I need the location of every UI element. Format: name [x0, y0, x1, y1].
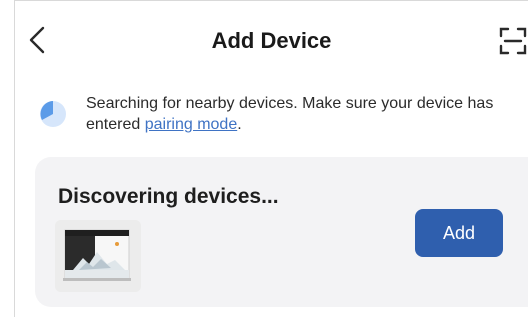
pairing-mode-link[interactable]: pairing mode — [145, 116, 238, 133]
searching-radar-icon — [40, 101, 66, 127]
discovery-card: Discovering devices... Add — [35, 157, 528, 307]
search-hint: Searching for nearby devices. Make sure … — [38, 93, 508, 137]
hint-text-end: . — [237, 116, 242, 133]
frame-border-top — [14, 0, 528, 1]
navigation-bar: Add Device — [15, 8, 528, 70]
scan-button[interactable] — [498, 26, 528, 56]
discovering-title: Discovering devices... — [58, 185, 279, 208]
hint-text: Searching for nearby devices. Make sure … — [86, 93, 516, 135]
page-title: Add Device — [211, 28, 332, 53]
add-device-button[interactable]: Add — [415, 209, 503, 257]
aquarium-device-image — [55, 220, 141, 292]
scan-frame-icon — [499, 27, 527, 55]
device-thumbnail[interactable] — [55, 220, 141, 292]
